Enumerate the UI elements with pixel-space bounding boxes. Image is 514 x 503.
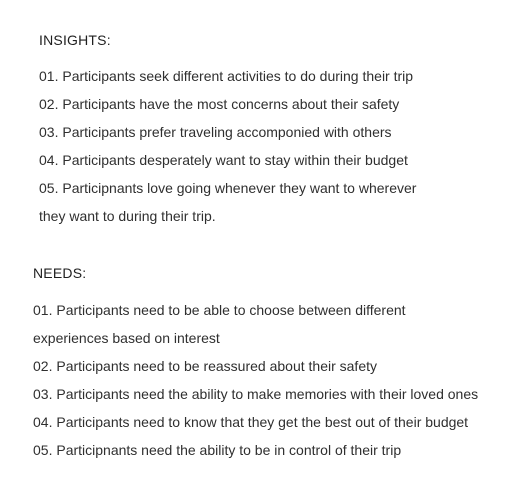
need-line-5: 05. Participnants need the ability to be… [33,442,402,458]
insight-line-1: 01. Participants seek different activiti… [39,68,414,84]
insights-heading: INSIGHTS: [39,32,111,48]
insight-line-4: 04. Participants desperately want to sta… [39,152,408,168]
need-line-1: 01. Participants need to be able to choo… [33,302,406,318]
insight-line-5: 05. Participnants love going whenever th… [39,180,417,196]
insight-line-2: 02. Participants have the most concerns … [39,96,400,112]
insight-line-3: 03. Participants prefer traveling accomp… [39,124,392,140]
needs-heading: NEEDS: [33,265,87,281]
need-line-3: 03. Participants need the ability to mak… [33,386,479,402]
need-line-4: 04. Participants need to know that they … [33,414,469,430]
insight-line-5-continued: they want to during their trip. [39,208,216,224]
need-line-1-continued: experiences based on interest [33,330,220,346]
need-line-2: 02. Participants need to be reassured ab… [33,358,377,374]
